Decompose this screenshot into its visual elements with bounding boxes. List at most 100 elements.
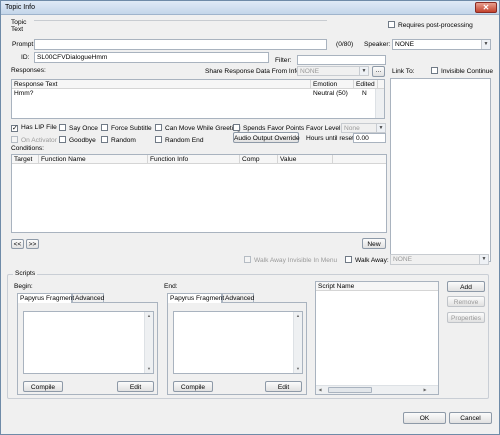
walk-away-label: Walk Away: (355, 257, 389, 264)
column-target[interactable]: Target (12, 155, 39, 164)
audio-output-override-button[interactable]: Audio Output Override (233, 132, 300, 143)
begin-tab-papyrus-fragment[interactable]: Papyrus Fragment (17, 293, 74, 303)
favor-level-dropdown[interactable]: None ▼ (341, 123, 386, 133)
force-subtitle-checkbox[interactable]: Force Subtitle (101, 124, 152, 132)
column-edited[interactable]: Edited (354, 80, 378, 89)
id-label: ID: (21, 54, 30, 61)
checkbox-box (155, 124, 162, 131)
scroll-up-icon: ▲ (296, 313, 300, 318)
add-script-button[interactable]: Add (447, 281, 485, 292)
table-row[interactable]: Hmm? Neutral (50) N (12, 90, 384, 98)
properties-button[interactable]: Properties (447, 312, 485, 323)
prompt-label: Prompt: (12, 41, 36, 48)
next-button[interactable]: >> (26, 239, 39, 249)
end-edit-button[interactable]: Edit (265, 381, 302, 392)
end-tab-papyrus-fragment[interactable]: Papyrus Fragment (167, 293, 224, 303)
begin-edit-button[interactable]: Edit (117, 381, 154, 392)
responses-table[interactable]: Response Text Emotion Edited Hmm? Neutra… (11, 79, 385, 119)
speaker-dropdown[interactable]: NONE ▼ (392, 39, 491, 50)
scrollbar-thumb[interactable] (328, 387, 372, 393)
column-extra[interactable] (333, 155, 386, 164)
goodbye-label: Goodbye (69, 137, 96, 144)
say-once-label: Say Once (69, 125, 98, 132)
goodbye-checkbox[interactable]: Goodbye (59, 136, 96, 144)
script-list-header: Script Name (316, 282, 438, 291)
invisible-continue-checkbox[interactable]: Invisible Continue (431, 67, 493, 75)
remove-script-button[interactable]: Remove (447, 296, 485, 307)
column-function-name[interactable]: Function Name (39, 155, 148, 164)
can-move-while-greeting-checkbox[interactable]: Can Move While Greeting (155, 124, 241, 132)
walk-away-dropdown[interactable]: NONE ▼ (390, 254, 489, 265)
column-comp[interactable]: Comp (240, 155, 278, 164)
share-response-browse-button[interactable]: ... (372, 66, 385, 77)
begin-editor-scrollbar[interactable]: ▲ ▼ (144, 312, 153, 373)
response-text-cell: Hmm? (14, 90, 34, 97)
column-response-text[interactable]: Response Text (12, 80, 311, 89)
previous-button[interactable]: << (11, 239, 24, 249)
conditions-label: Conditions: (11, 145, 44, 152)
chevron-down-icon: ▼ (359, 67, 368, 75)
column-script-name[interactable]: Script Name (316, 282, 438, 291)
begin-fragment-editor[interactable]: ▲ ▼ (23, 311, 154, 374)
end-fragment-editor[interactable]: ▲ ▼ (173, 311, 303, 374)
filter-label: Filter: (275, 57, 292, 64)
checkbox-box (431, 67, 438, 74)
topic-text-field[interactable] (34, 20, 327, 26)
speaker-label: Speaker: (364, 41, 391, 48)
new-condition-button[interactable]: New (362, 238, 386, 249)
script-list[interactable]: Script Name ◀ ▶ (315, 281, 439, 395)
spends-favor-points-checkbox[interactable]: Spends Favor Points (233, 124, 304, 132)
checkbox-box (388, 21, 395, 28)
link-to-list[interactable] (390, 78, 491, 262)
cancel-button[interactable]: Cancel (449, 412, 492, 424)
column-function-info[interactable]: Function Info (148, 155, 240, 164)
checkbox-box (233, 124, 240, 131)
checkbox-box (101, 124, 108, 131)
scroll-down-icon: ▼ (296, 366, 300, 371)
ok-button[interactable]: OK (403, 412, 446, 424)
invisible-continue-label: Invisible Continue (441, 68, 494, 75)
favor-level-label: Favor Level: (306, 125, 343, 132)
random-checkbox[interactable]: Random (101, 136, 136, 144)
checkbox-box (244, 256, 251, 263)
close-button[interactable]: ✕ (475, 2, 497, 13)
checkbox-box (59, 136, 66, 143)
share-response-label: Share Response Data From Info: (205, 68, 302, 75)
responses-scrollbar[interactable] (375, 89, 384, 118)
chevron-down-icon: ▼ (479, 255, 488, 264)
begin-tab-panel: ▲ ▼ Compile Edit (17, 302, 158, 395)
end-editor-scrollbar[interactable]: ▲ ▼ (293, 312, 302, 373)
checkmark-icon: ✓ (11, 125, 18, 132)
say-once-checkbox[interactable]: Say Once (59, 124, 98, 132)
topic-text-label: Topic Text (11, 19, 27, 33)
responses-header: Response Text Emotion Edited (12, 80, 384, 89)
scroll-down-icon: ▼ (147, 366, 151, 371)
begin-compile-button[interactable]: Compile (23, 381, 63, 392)
random-end-label: Random End (165, 137, 204, 144)
script-list-hscrollbar[interactable]: ◀ ▶ (316, 385, 438, 394)
hours-until-reset-input[interactable]: 0.00 (353, 133, 386, 143)
chevron-down-icon: ▼ (481, 40, 490, 49)
conditions-table[interactable]: Target Function Name Function Info Comp … (11, 154, 387, 233)
column-emotion[interactable]: Emotion (311, 80, 354, 89)
walk-away-invisible-checkbox[interactable]: Walk Away Invisible In Menu (244, 256, 337, 264)
chevron-down-icon: ▼ (376, 124, 385, 132)
id-input[interactable]: SL00CFVDialogueHmm (34, 52, 269, 63)
emotion-cell: Neutral (50) (313, 90, 348, 97)
end-compile-button[interactable]: Compile (173, 381, 213, 392)
checkbox-box (59, 124, 66, 131)
end-label: End: (164, 283, 178, 290)
has-lip-file-checkbox[interactable]: ✓ Has LIP File (11, 124, 57, 132)
walk-away-checkbox[interactable]: Walk Away: (345, 256, 389, 264)
random-end-checkbox[interactable]: Random End (155, 136, 204, 144)
checkbox-box (101, 136, 108, 143)
responses-label: Responses: (11, 67, 46, 74)
filter-input[interactable] (297, 55, 386, 65)
column-value[interactable]: Value (278, 155, 333, 164)
requires-post-processing-checkbox[interactable]: Requires post-processing (388, 21, 473, 29)
share-response-dropdown[interactable]: NONE ▼ (297, 66, 369, 76)
scroll-right-icon: ▶ (423, 387, 427, 392)
window-title: Topic Info (5, 4, 35, 11)
prompt-input[interactable] (34, 39, 327, 50)
on-activator-checkbox[interactable]: On Activator (11, 136, 57, 144)
